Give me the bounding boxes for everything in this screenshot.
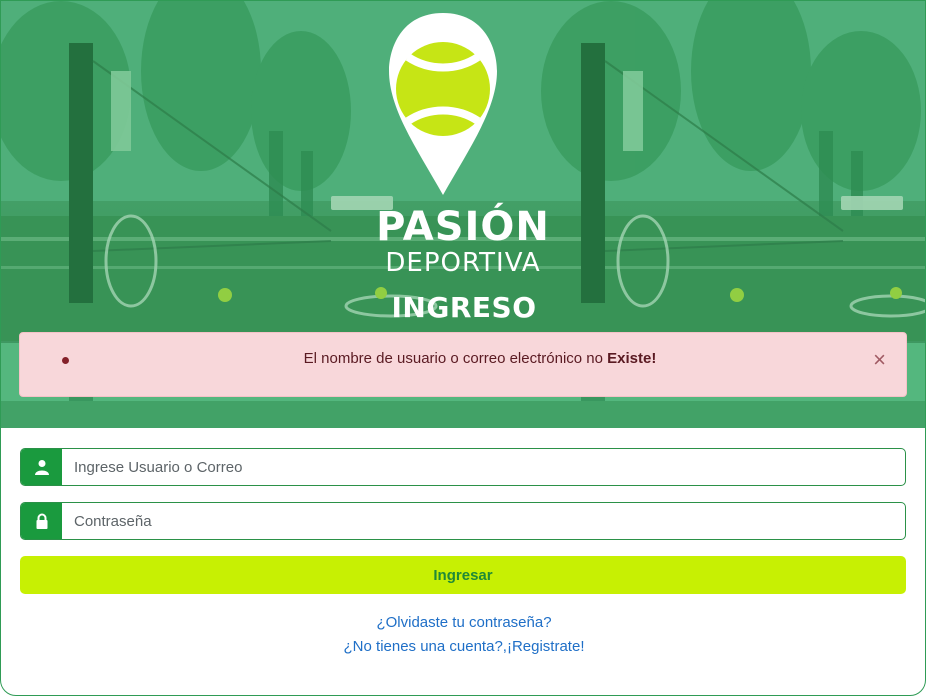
user-icon	[21, 449, 62, 485]
register-link[interactable]: ¿No tienes una cuenta?,¡Registrate!	[344, 638, 585, 655]
username-field	[20, 448, 906, 486]
login-card: PASIÓN DEPORTIVA INGRESO El nombre de us…	[0, 0, 926, 696]
password-input[interactable]	[62, 503, 905, 539]
brand-name-line1: PASIÓN	[376, 204, 550, 250]
error-alert: El nombre de usuario o correo electrónic…	[19, 332, 907, 397]
register-row: ¿No tienes una cuenta?,¡Registrate!	[1, 638, 925, 655]
lock-icon	[21, 503, 62, 539]
password-field	[20, 502, 906, 540]
alert-message: El nombre de usuario o correo electrónic…	[20, 350, 925, 367]
alert-message-emphasis: Existe!	[607, 350, 657, 367]
login-button[interactable]: Ingresar	[20, 556, 906, 594]
brand-name-line2: DEPORTIVA	[385, 248, 541, 278]
page-title: INGRESO	[391, 291, 537, 324]
forgot-password-row: ¿Olvidaste tu contraseña?	[1, 614, 925, 631]
close-icon[interactable]: ×	[873, 348, 886, 372]
username-input[interactable]	[62, 449, 905, 485]
alert-message-text: El nombre de usuario o correo electrónic…	[303, 350, 608, 367]
forgot-password-link[interactable]: ¿Olvidaste tu contraseña?	[376, 614, 551, 631]
brand-wordmark: PASIÓN DEPORTIVA	[371, 205, 555, 277]
